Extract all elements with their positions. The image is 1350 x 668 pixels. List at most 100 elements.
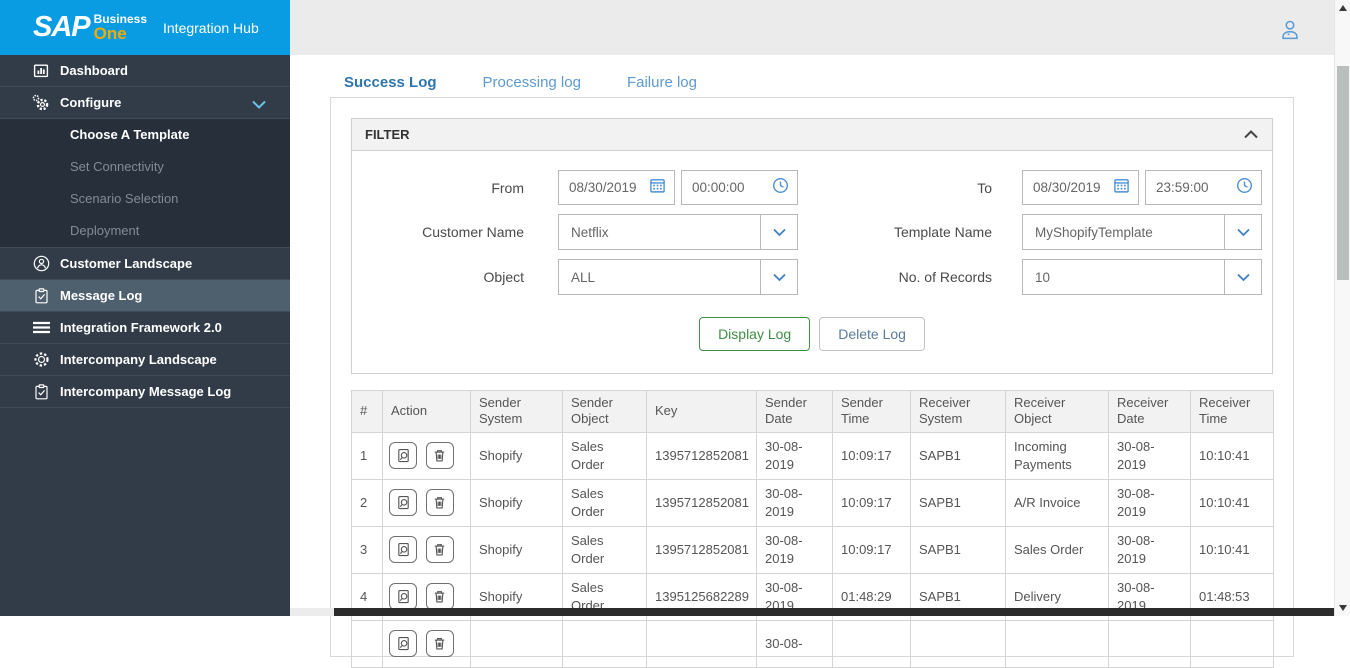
- delete-log-button[interactable]: Delete Log: [819, 317, 925, 351]
- key-cell: 1395712852081: [647, 432, 757, 479]
- table-header-row: # Action Sender System Sender Object Key…: [352, 391, 1274, 433]
- horizontal-scrollbar-thumb[interactable]: [334, 608, 1334, 616]
- from-date-input[interactable]: [569, 180, 649, 195]
- receiver-date-cell: 30-08-2019: [1109, 432, 1191, 479]
- sidebar-item-message-log[interactable]: Message Log: [0, 280, 290, 312]
- clipboard-check-icon: [31, 384, 51, 400]
- chevron-down-icon[interactable]: [1224, 215, 1261, 249]
- menu-lines-icon: [31, 321, 51, 334]
- chevron-down-icon[interactable]: [760, 215, 797, 249]
- receiver-system-cell: SAPB1: [911, 432, 1006, 479]
- sidebar-item-intercompany-landscape[interactable]: Intercompany Landscape: [0, 344, 290, 376]
- scroll-up-arrow-icon[interactable]: [1339, 5, 1347, 11]
- sidebar-item-intercompany-message-log[interactable]: Intercompany Message Log: [0, 376, 290, 408]
- key-cell: 1395712852081: [647, 526, 757, 573]
- top-bar: [290, 0, 1334, 55]
- sidebar-subitem-deployment[interactable]: Deployment: [0, 215, 290, 247]
- gears-icon: [31, 94, 51, 112]
- view-log-button[interactable]: [389, 536, 417, 563]
- sender-time-cell: 10:09:17: [833, 479, 911, 526]
- action-cell: [383, 432, 471, 479]
- delete-row-button[interactable]: [426, 630, 454, 657]
- records-select[interactable]: 10: [1022, 259, 1262, 295]
- sender-system-cell: Shopify: [471, 432, 563, 479]
- calendar-icon[interactable]: [649, 177, 666, 199]
- vertical-scrollbar[interactable]: [1334, 0, 1350, 616]
- delete-row-button[interactable]: [426, 536, 454, 563]
- vertical-scrollbar-thumb[interactable]: [1337, 66, 1349, 280]
- app-logo: SAP Business One Integration Hub: [0, 0, 290, 55]
- message-log-table: # Action Sender System Sender Object Key…: [351, 390, 1274, 668]
- log-table-body: 1 Shopify Sales Ord: [352, 432, 1274, 667]
- sender-system-cell: Shopify: [471, 526, 563, 573]
- display-log-button[interactable]: Display Log: [699, 317, 810, 351]
- action-cell: [383, 526, 471, 573]
- delete-row-button[interactable]: [426, 489, 454, 516]
- sender-system-cell: Shopify: [471, 479, 563, 526]
- collapse-filter-button[interactable]: [1244, 130, 1258, 139]
- receiver-time-cell: 10:10:41: [1191, 432, 1274, 479]
- column-header: Key: [647, 391, 757, 433]
- sender-time-cell: 10:09:17: [833, 432, 911, 479]
- filter-row-names: Customer Name Netflix Template Name MySh…: [352, 214, 1272, 250]
- sender-object-cell: [563, 620, 647, 667]
- column-header: Action: [383, 391, 471, 433]
- sidebar-item-customer-landscape[interactable]: Customer Landscape: [0, 248, 290, 280]
- to-time-input[interactable]: [1156, 180, 1236, 195]
- receiver-object-cell: A/R Invoice: [1006, 479, 1109, 526]
- from-date-field[interactable]: [558, 170, 675, 205]
- customer-name-select[interactable]: Netflix: [558, 214, 798, 250]
- delete-row-button[interactable]: [426, 583, 454, 610]
- chevron-down-icon[interactable]: [1224, 260, 1261, 294]
- clock-icon[interactable]: [1236, 177, 1253, 199]
- receiver-date-cell: [1109, 620, 1191, 667]
- key-cell: [647, 620, 757, 667]
- from-time-field[interactable]: [681, 170, 798, 205]
- to-date-input[interactable]: [1033, 180, 1113, 195]
- filter-row-object: Object ALL No. of Records 10: [352, 259, 1272, 295]
- view-log-button[interactable]: [389, 489, 417, 516]
- sender-time-cell: 10:09:17: [833, 526, 911, 573]
- receiver-system-cell: [911, 620, 1006, 667]
- user-icon[interactable]: [1278, 18, 1302, 42]
- filter-row-dates: From: [352, 170, 1272, 205]
- dashboard-icon: [31, 63, 51, 79]
- action-cell: [383, 479, 471, 526]
- table-row: 3 Shopify Sales Ord: [352, 526, 1274, 573]
- receiver-object-cell: Incoming Payments: [1006, 432, 1109, 479]
- sidebar-item-integration-framework[interactable]: Integration Framework 2.0: [0, 312, 290, 344]
- object-select[interactable]: ALL: [558, 259, 798, 295]
- from-time-input[interactable]: [692, 180, 772, 195]
- trash-icon: [432, 542, 447, 557]
- table-row: 30-08-: [352, 620, 1274, 667]
- filter-title: FILTER: [365, 127, 410, 142]
- chevron-down-icon[interactable]: [760, 260, 797, 294]
- delete-row-button[interactable]: [426, 442, 454, 469]
- view-log-button[interactable]: [389, 630, 417, 657]
- clipboard-check-icon: [31, 288, 51, 304]
- scroll-down-arrow-icon[interactable]: [1339, 605, 1347, 611]
- horizontal-scrollbar[interactable]: [290, 608, 1334, 616]
- chevron-down-icon: [252, 97, 266, 112]
- calendar-icon[interactable]: [1113, 177, 1130, 199]
- sidebar-subitem-choose-a-template[interactable]: Choose A Template: [0, 119, 290, 151]
- template-name-select[interactable]: MyShopifyTemplate: [1022, 214, 1262, 250]
- clock-icon[interactable]: [772, 177, 789, 199]
- sidebar-item-dashboard[interactable]: Dashboard: [0, 55, 290, 87]
- sap-logo-text: SAP: [33, 11, 90, 44]
- view-log-button[interactable]: [389, 442, 417, 469]
- receiver-object-cell: Sales Order: [1006, 526, 1109, 573]
- sidebar-item-label: Integration Framework 2.0: [60, 320, 222, 335]
- sidebar-subitem-set-connectivity[interactable]: Set Connectivity: [0, 151, 290, 183]
- sidebar-item-label: Dashboard: [60, 63, 128, 78]
- sidebar-item-configure[interactable]: Configure: [0, 87, 290, 119]
- main-area: Success Log Processing log Failure log F…: [290, 0, 1334, 616]
- sidebar-subitem-scenario-selection[interactable]: Scenario Selection: [0, 183, 290, 215]
- to-date-field[interactable]: [1022, 170, 1139, 205]
- to-time-field[interactable]: [1145, 170, 1262, 205]
- product-title: Integration Hub: [163, 20, 259, 36]
- object-label: Object: [352, 269, 524, 285]
- column-header: Sender Object: [563, 391, 647, 433]
- view-log-button[interactable]: [389, 583, 417, 610]
- customer-name-label: Customer Name: [352, 224, 524, 240]
